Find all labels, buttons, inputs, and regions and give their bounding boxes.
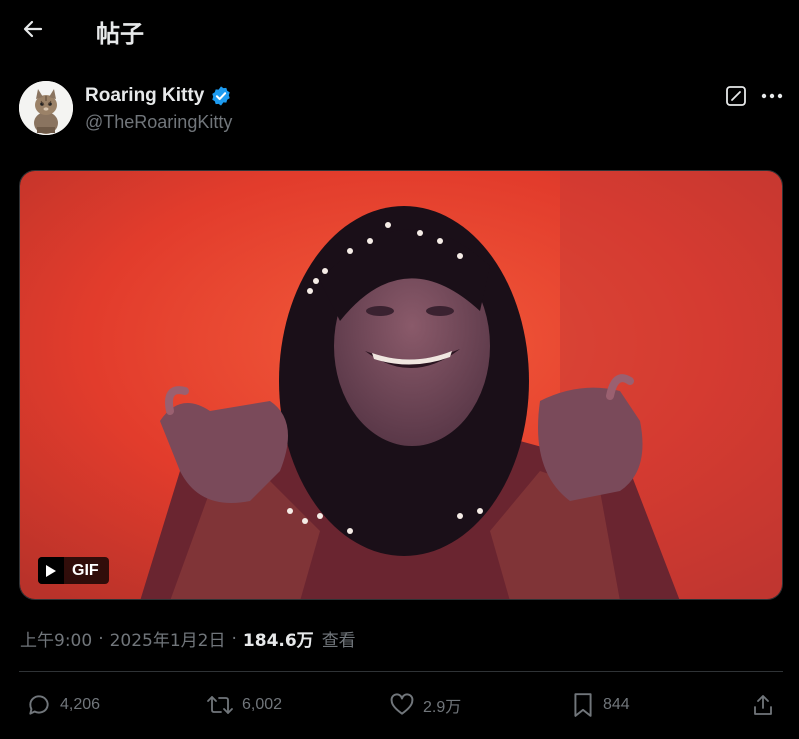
- top-bar: 帖子: [0, 0, 799, 58]
- grok-icon: [726, 86, 746, 106]
- divider: [19, 671, 783, 672]
- bookmark-button[interactable]: 844: [571, 688, 630, 722]
- repost-button[interactable]: 6,002: [206, 688, 282, 722]
- cat-avatar-icon: [19, 81, 73, 135]
- reply-count: 4,206: [60, 696, 101, 713]
- repost-count: 6,002: [242, 696, 283, 713]
- reply-button[interactable]: 4,206: [26, 688, 100, 722]
- post-date[interactable]: 2025年1月2日: [110, 626, 226, 651]
- reply-icon: [29, 695, 49, 715]
- gif-image: [20, 171, 782, 599]
- meta-separator: ·: [98, 628, 104, 649]
- grok-button[interactable]: [723, 83, 749, 109]
- bookmark-count: 844: [603, 696, 630, 713]
- gif-badge[interactable]: GIF: [38, 557, 109, 584]
- more-options-button[interactable]: [758, 83, 786, 109]
- repost-icon: [207, 696, 233, 714]
- arrow-left-icon: [23, 20, 43, 38]
- author-name-row: Roaring Kitty: [85, 85, 232, 107]
- views-count: 184.6万: [242, 631, 314, 651]
- post-meta: 上午9:00 · 2025年1月2日 · 184.6万 查看: [20, 626, 356, 652]
- author-name[interactable]: Roaring Kitty: [85, 85, 204, 107]
- heart-icon: [390, 693, 414, 715]
- verified-badge-icon: [210, 85, 232, 107]
- post-media-gif[interactable]: [19, 170, 783, 600]
- like-count: 2.9万: [423, 699, 462, 716]
- post-time[interactable]: 上午9:00: [20, 626, 92, 651]
- bookmark-icon: [574, 693, 592, 717]
- page-title: 帖子: [96, 20, 144, 48]
- views-label: 查看: [321, 631, 356, 651]
- like-button[interactable]: 2.9万: [389, 688, 461, 722]
- share-icon: [754, 695, 772, 715]
- share-button[interactable]: [751, 688, 775, 722]
- avatar[interactable]: [19, 81, 73, 135]
- play-icon: [38, 557, 64, 584]
- meta-separator: ·: [231, 628, 237, 649]
- more-horizontal-icon: [761, 93, 783, 99]
- author-handle[interactable]: @TheRoaringKitty: [85, 112, 232, 133]
- back-button[interactable]: [18, 14, 48, 44]
- gif-label: GIF: [72, 561, 99, 579]
